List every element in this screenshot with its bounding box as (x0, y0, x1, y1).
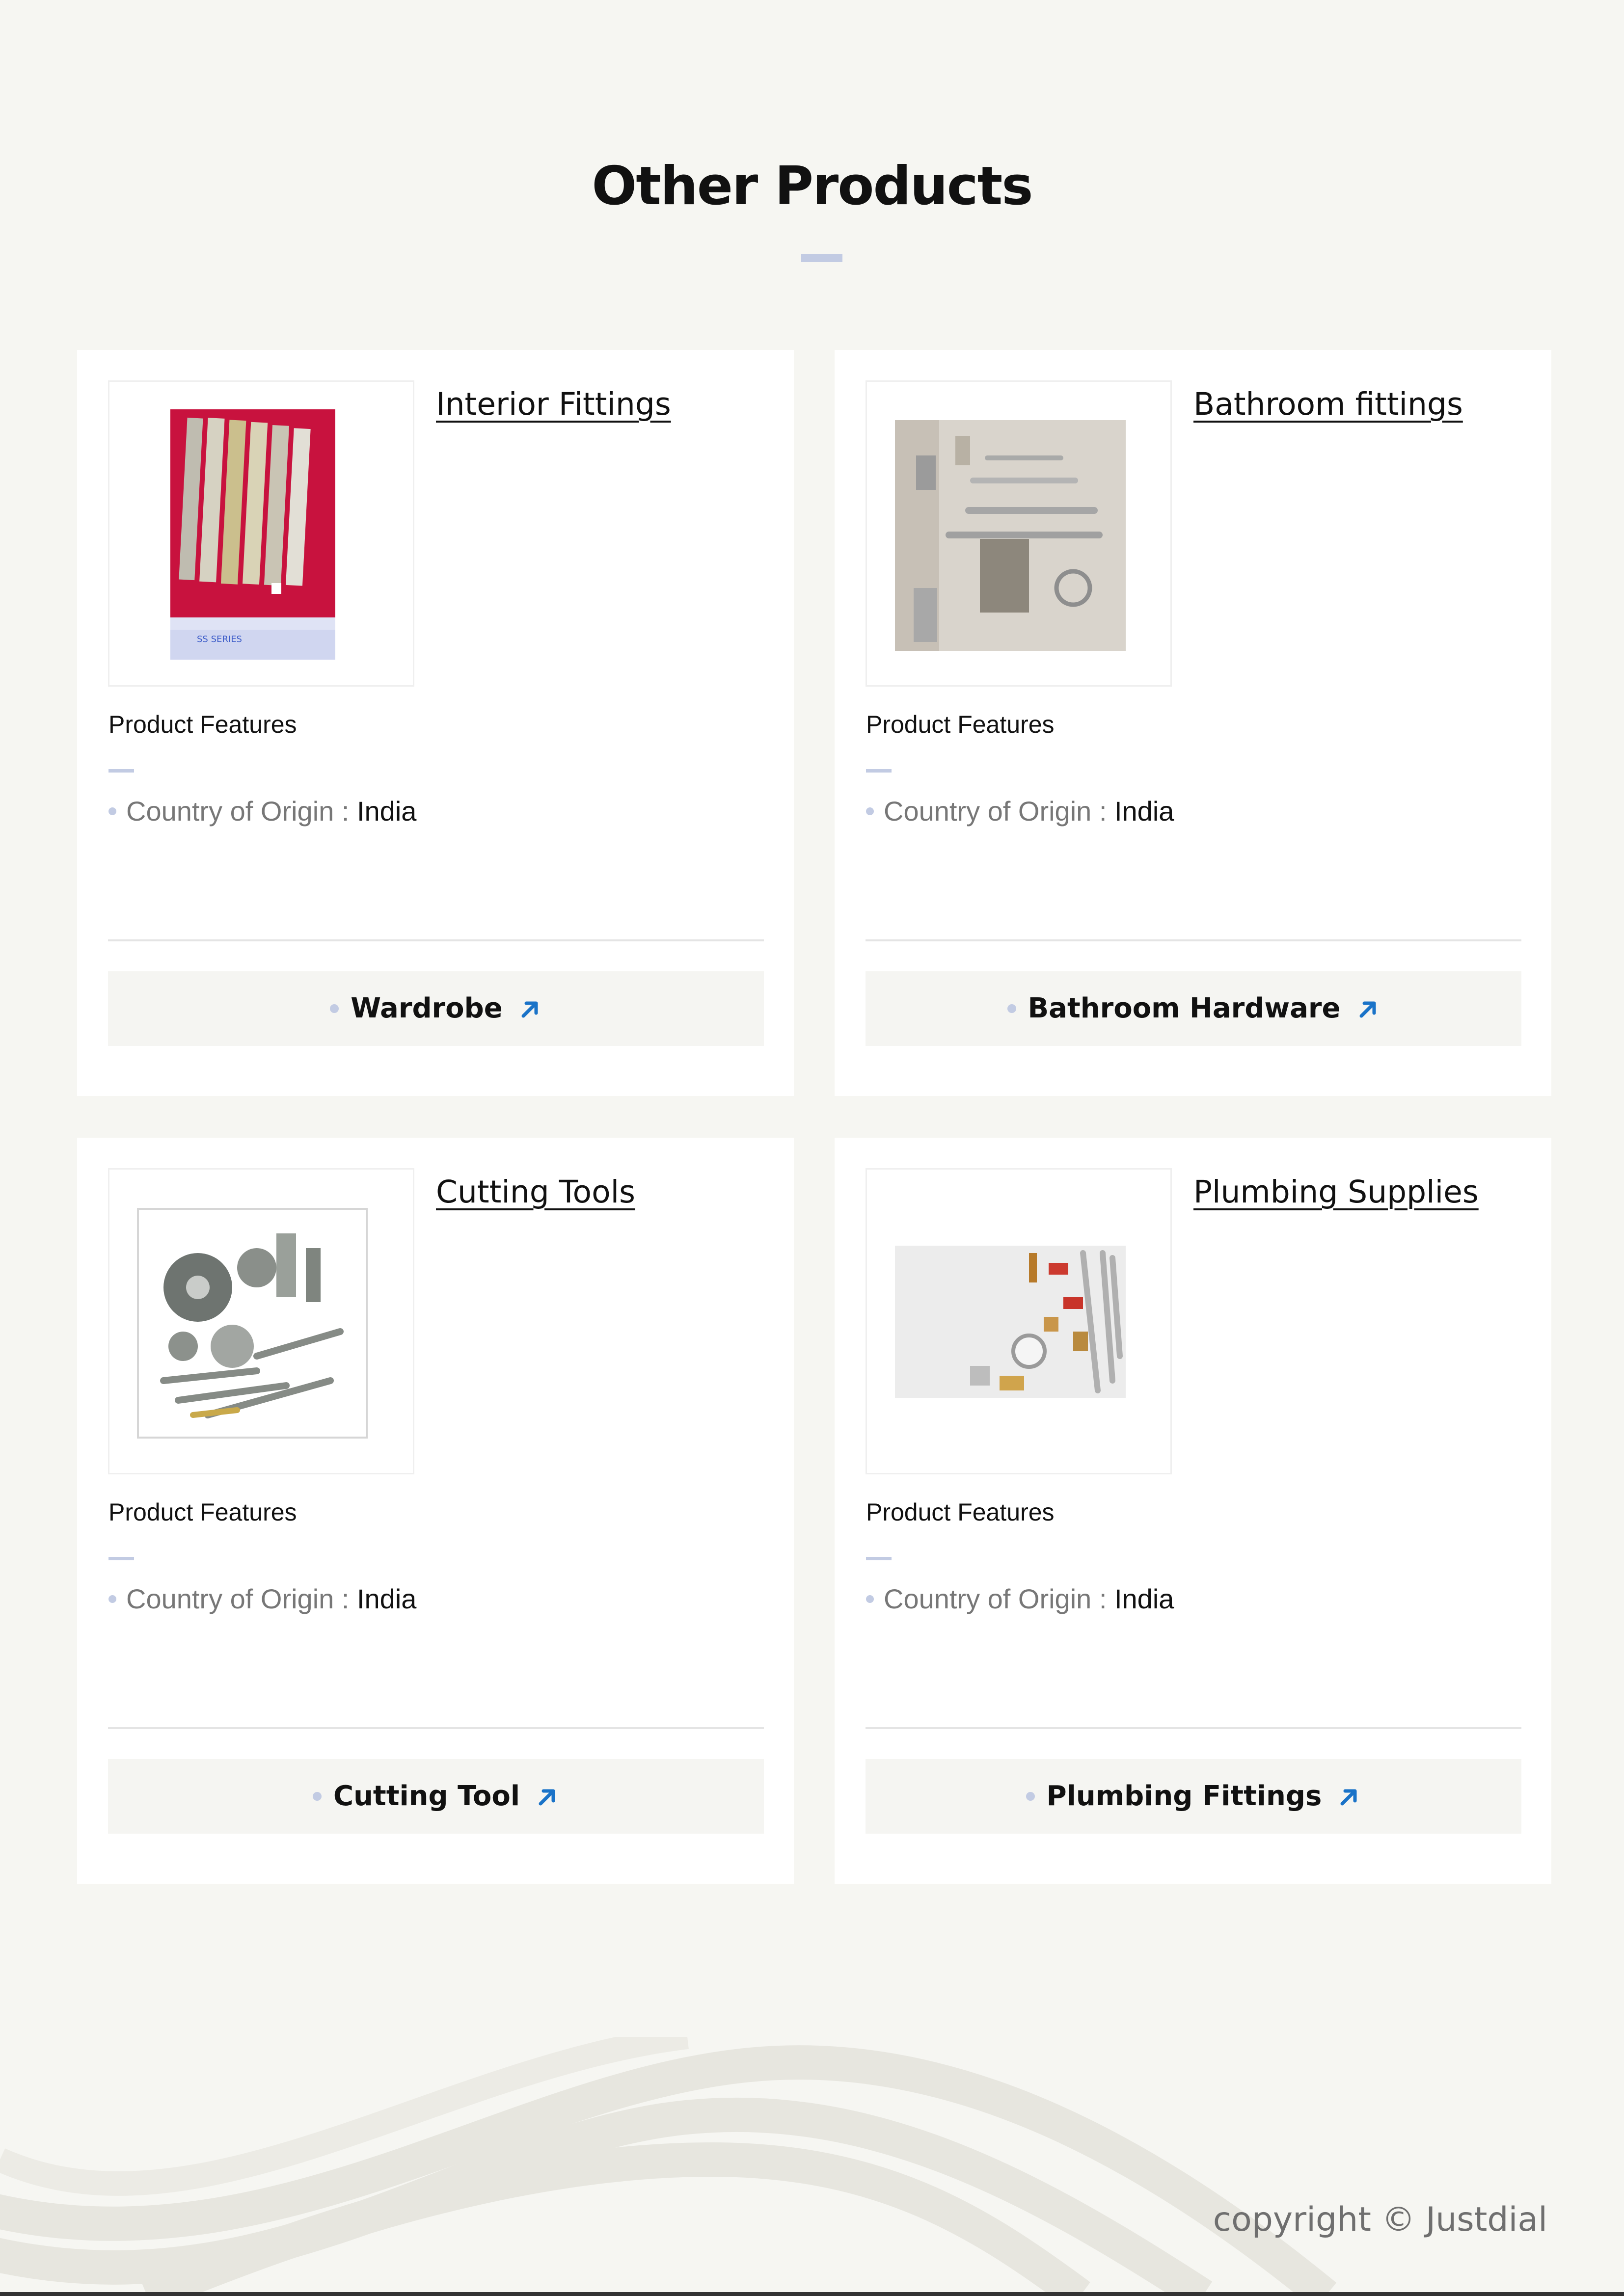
features-label: Product Features (866, 711, 1055, 738)
card-divider (108, 939, 764, 941)
category-label: Plumbing Fittings (1046, 1780, 1322, 1812)
product-image-bathroom-fittings[interactable] (866, 380, 1172, 687)
spec-separator: : (334, 796, 357, 827)
footer-wave-decoration (0, 2037, 1337, 2296)
features-label: Product Features (866, 1498, 1055, 1526)
category-button-plumbing-fittings[interactable]: Plumbing Fittings (866, 1759, 1521, 1834)
spec-country-of-origin: Country of Origin : India (108, 1579, 416, 1619)
spec-key: Country of Origin (126, 1583, 334, 1614)
spec-key: Country of Origin (884, 796, 1092, 827)
spec-value: India (1114, 796, 1174, 827)
product-card-cutting-tools: Cutting Tools Product Features Country o… (77, 1138, 794, 1884)
bullet-dot (312, 1792, 322, 1801)
product-link-cutting-tools[interactable]: Cutting Tools (436, 1170, 635, 1214)
svg-text:SS SERIES: SS SERIES (197, 634, 242, 644)
product-link-bathroom-fittings[interactable]: Bathroom fittings (1193, 382, 1463, 427)
features-dash (108, 1557, 134, 1560)
bullet-dot (1007, 1004, 1016, 1013)
product-image-plumbing-supplies[interactable] (866, 1168, 1172, 1474)
bullet-dot (866, 1595, 874, 1603)
spec-value: India (1114, 1583, 1174, 1614)
category-label: Wardrobe (351, 992, 503, 1024)
category-label: Bathroom Hardware (1028, 992, 1341, 1024)
category-button-cutting-tool[interactable]: Cutting Tool (108, 1759, 764, 1834)
spec-separator: : (1091, 1583, 1114, 1614)
card-divider (866, 939, 1521, 941)
features-dash (108, 769, 134, 773)
arrow-up-right-icon (1340, 1789, 1357, 1806)
page-title: Other Products (592, 156, 1033, 217)
product-card-bathroom-fittings: Bathroom fittings Product Features Count… (835, 350, 1551, 1096)
bullet-dot (108, 807, 116, 816)
arrow-up-right-icon (521, 1001, 538, 1018)
features-dash (866, 769, 892, 773)
bullet-dot (330, 1004, 339, 1013)
arrow-up-right-icon (539, 1789, 555, 1806)
card-divider (108, 1727, 764, 1729)
category-button-bathroom-hardware[interactable]: Bathroom Hardware (866, 971, 1521, 1046)
bullet-dot (108, 1595, 116, 1603)
spec-separator: : (1091, 796, 1114, 827)
spec-value: India (356, 796, 417, 827)
copyright-text: copyright © Justdial (1213, 2200, 1547, 2239)
spec-key: Country of Origin (884, 1583, 1092, 1614)
product-image-cutting-tools[interactable] (108, 1168, 414, 1474)
product-link-plumbing-supplies[interactable]: Plumbing Supplies (1193, 1170, 1479, 1214)
bullet-dot (1026, 1792, 1035, 1801)
category-label: Cutting Tool (333, 1780, 520, 1812)
spec-value: India (356, 1583, 417, 1614)
product-card-plumbing-supplies: Plumbing Supplies Product Features Count… (835, 1138, 1551, 1884)
product-link-interior-fittings[interactable]: Interior Fittings (436, 382, 671, 427)
bottom-border (0, 2292, 1624, 2296)
spec-country-of-origin: Country of Origin : India (866, 792, 1174, 831)
product-card-interior-fittings: SS SERIES Interior Fittings Product Feat… (77, 350, 794, 1096)
arrow-up-right-icon (1359, 1001, 1376, 1018)
product-image-interior-fittings[interactable]: SS SERIES (108, 380, 414, 687)
card-divider (866, 1727, 1521, 1729)
title-underline (801, 254, 842, 262)
spec-key: Country of Origin (126, 796, 334, 827)
features-label: Product Features (108, 711, 297, 738)
spec-country-of-origin: Country of Origin : India (108, 792, 416, 831)
features-label: Product Features (108, 1498, 297, 1526)
features-dash (866, 1557, 892, 1560)
spec-country-of-origin: Country of Origin : India (866, 1579, 1174, 1619)
spec-separator: : (334, 1583, 357, 1614)
bullet-dot (866, 807, 874, 816)
category-button-wardrobe[interactable]: Wardrobe (108, 971, 764, 1046)
